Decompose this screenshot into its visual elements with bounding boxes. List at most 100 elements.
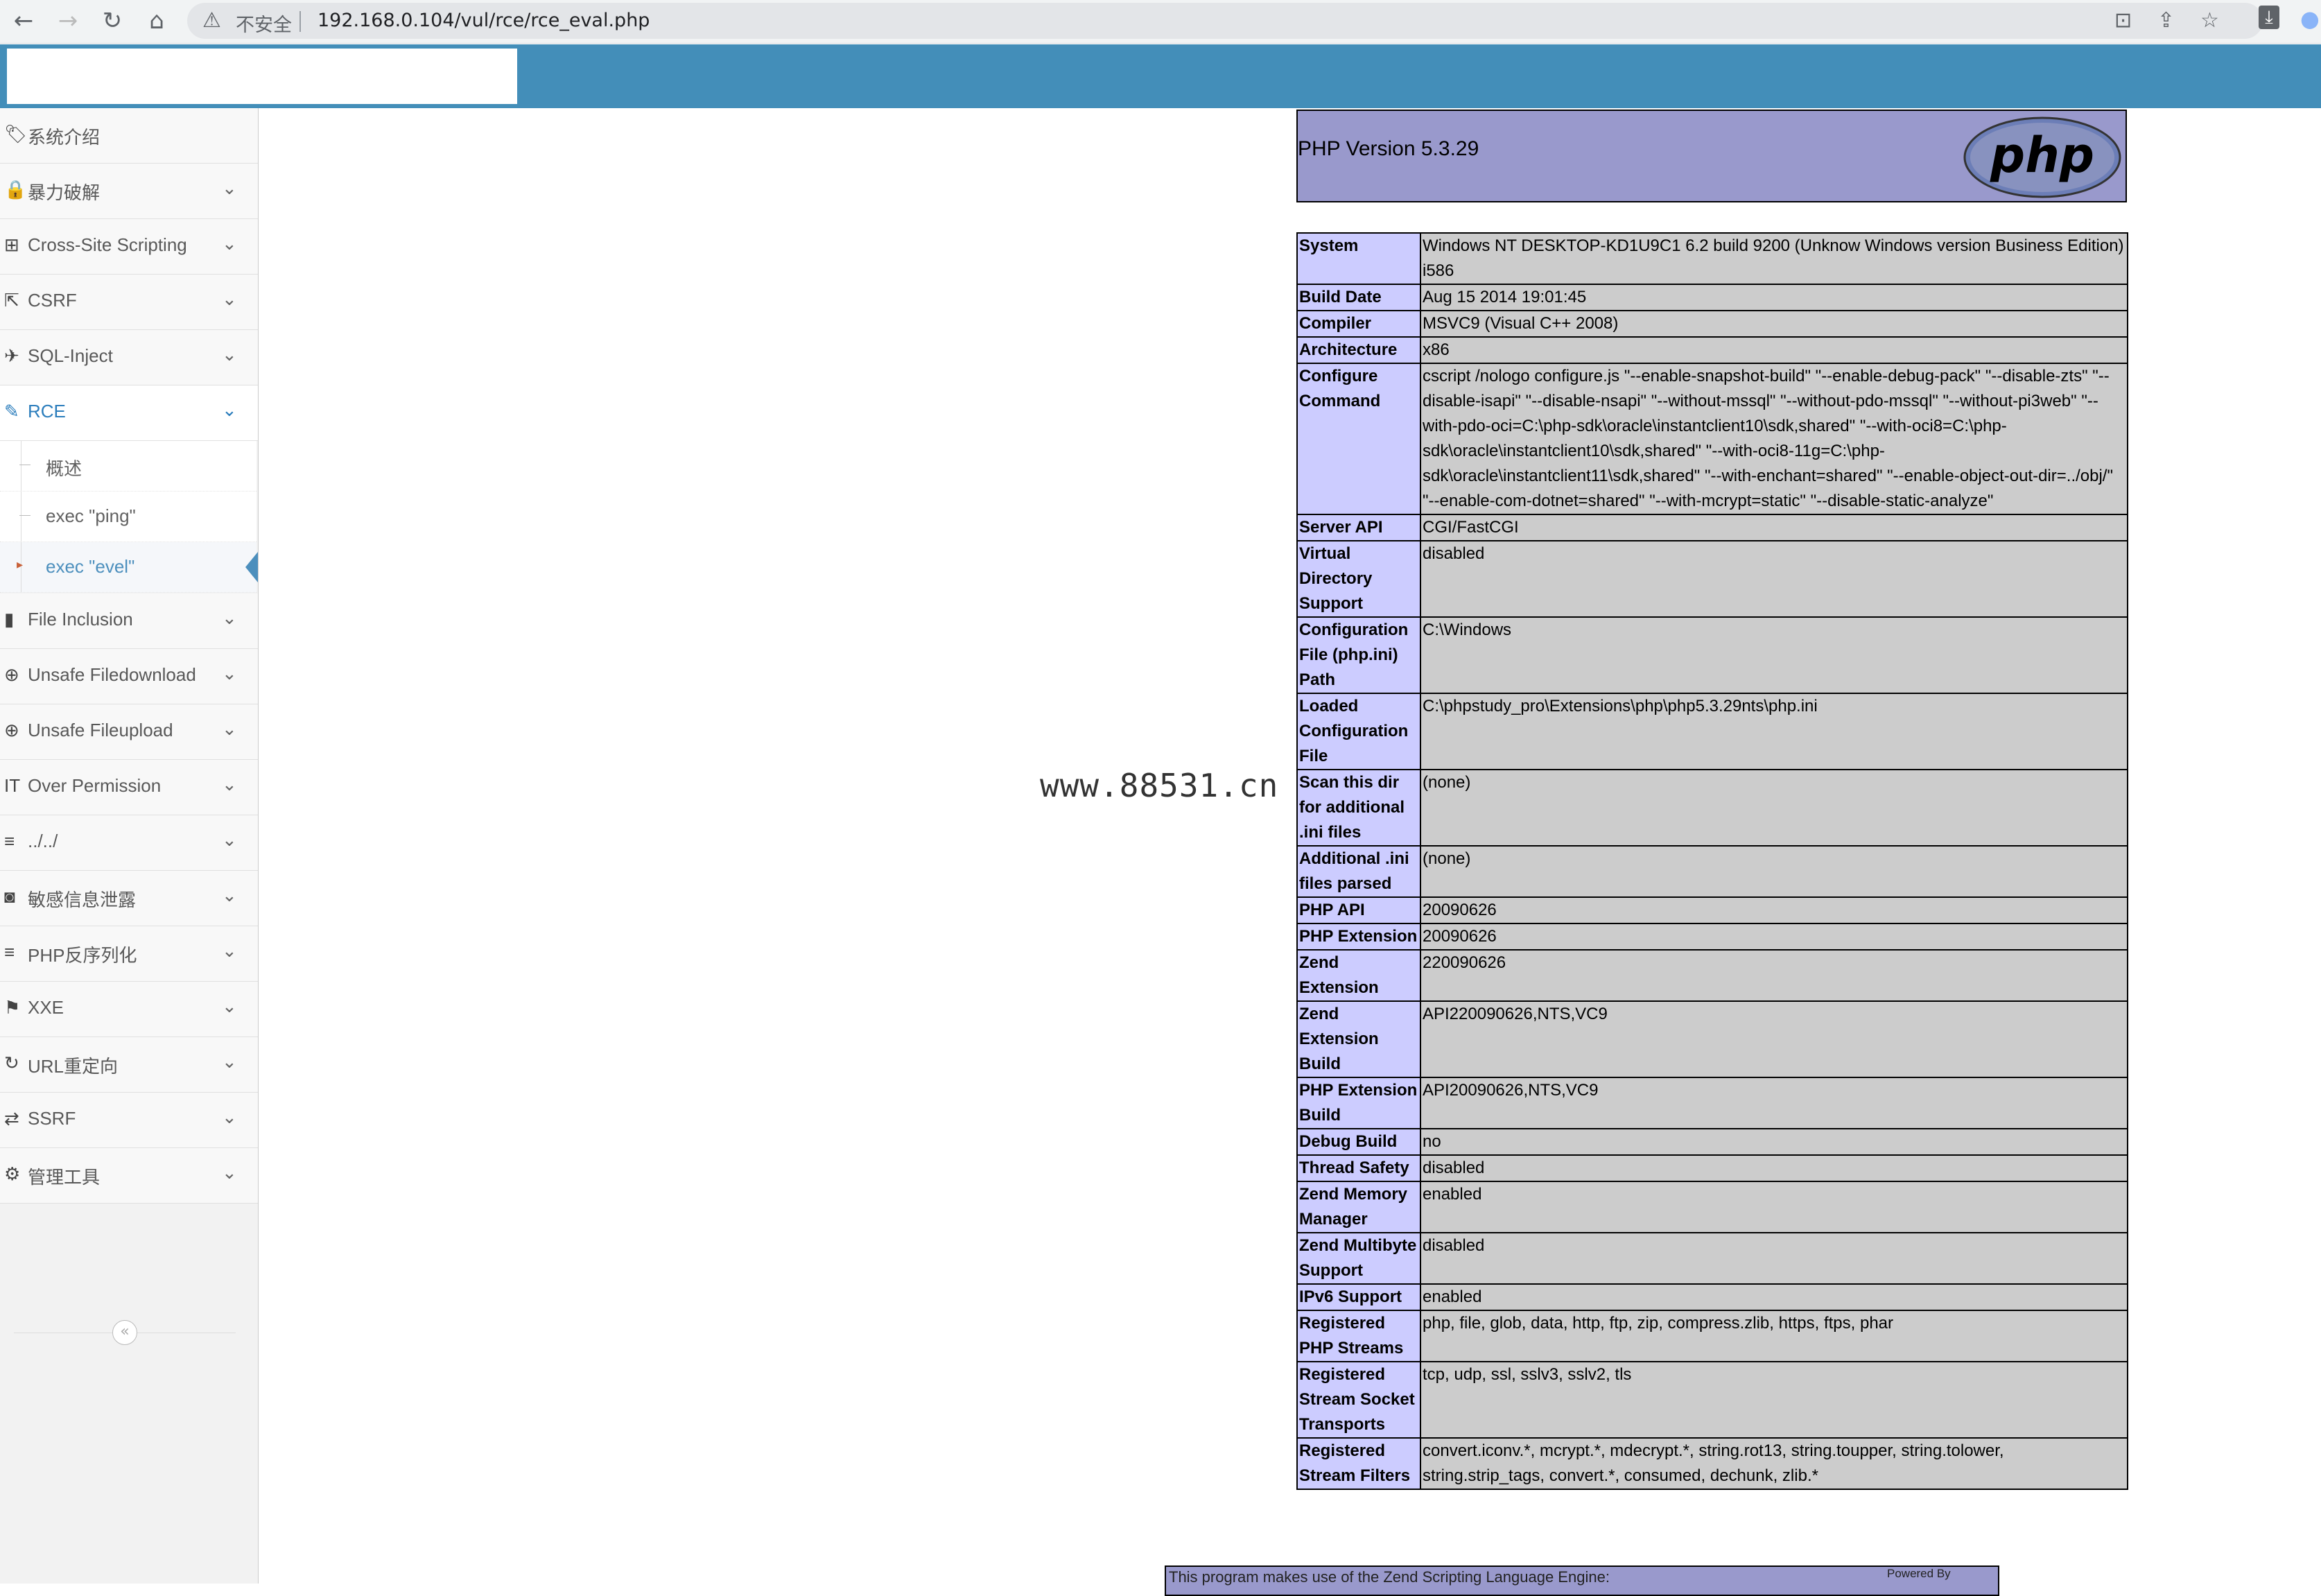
reload-icon[interactable]: ↻	[93, 3, 132, 39]
table-row: Virtual Directory Support disabled	[1296, 540, 2128, 618]
chevron-down-icon: ⌄	[222, 774, 237, 795]
sidebar-item-items-0[interactable]: 🏷 系统介绍	[0, 108, 258, 164]
sidebar-item-php[interactable]: ≡ PHP反序列化 ⌄	[0, 926, 258, 982]
profile-icon[interactable]: ●	[2300, 6, 2320, 32]
table-row: Zend Memory Manager enabled	[1296, 1181, 2128, 1233]
sidebar-item-file-inclusion[interactable]: ▮ File Inclusion ⌄	[0, 593, 258, 649]
chevron-down-icon: ⌄	[222, 177, 237, 198]
exchange-icon: ⇄	[4, 1108, 19, 1129]
info-value: convert.iconv.*, mcrypt.*, mdecrypt.*, s…	[1420, 1437, 2128, 1490]
sidebar-item-label: 暴力破解	[28, 182, 101, 203]
active-indicator	[245, 552, 258, 582]
table-row: Debug Build no	[1296, 1128, 2128, 1156]
info-value: php, file, glob, data, http, ftp, zip, c…	[1420, 1310, 2128, 1362]
info-key: PHP Extension Build	[1296, 1077, 1421, 1129]
download-circle-icon: ⊕	[4, 664, 19, 685]
sidebar-item-items-1[interactable]: 🔒 暴力破解 ⌄	[0, 164, 258, 219]
security-label[interactable]: 不安全	[236, 10, 292, 37]
submenu-item-rce-0[interactable]: 概述	[0, 441, 257, 492]
url-text[interactable]: 192.168.0.104/vul/rce/rce_eval.php	[318, 10, 650, 31]
info-key: System	[1296, 232, 1421, 285]
info-value: (none)	[1420, 769, 2128, 847]
info-key: Zend Extension	[1296, 949, 1421, 1002]
table-row: IPv6 Support enabled	[1296, 1283, 2128, 1311]
sidebar-item-label: ../../	[28, 831, 58, 851]
forward-icon[interactable]: →	[49, 3, 87, 39]
info-key: Architecture	[1296, 336, 1421, 364]
sidebar-item-items_after-10[interactable]: ⚙ 管理工具 ⌄	[0, 1148, 258, 1204]
table-row: Zend Extension 220090626	[1296, 949, 2128, 1002]
file-icon: ▮	[4, 609, 15, 630]
table-row: Registered PHP Streams php, file, glob, d…	[1296, 1310, 2128, 1362]
sidebar-item-unsafe-filedownload[interactable]: ⊕ Unsafe Filedownload ⌄	[0, 649, 258, 704]
lock-icon: 🔒	[4, 179, 27, 200]
warning-icon: ⚠	[202, 8, 221, 33]
download-icon[interactable]: ⤓	[2259, 6, 2279, 29]
submenu-item-rce-1[interactable]: exec "ping"	[0, 492, 257, 542]
refresh-icon: ↻	[4, 1052, 19, 1073]
translate-icon[interactable]: ⊡	[2114, 8, 2132, 33]
back-icon[interactable]: ←	[4, 3, 43, 39]
sidebar-item-items_after-4[interactable]: ≡ ../../ ⌄	[0, 815, 258, 871]
powered-by-label: Powered By	[1887, 1567, 1951, 1580]
sidebar-item-over-permission[interactable]: IT Over Permission ⌄	[0, 760, 258, 815]
submenu-item-label: 概述	[46, 458, 82, 479]
sidebar-item-label: SQL-Inject	[28, 345, 113, 366]
info-key: Configure Command	[1296, 363, 1421, 515]
submenu-item-rce-2[interactable]: ▸ exec "evel"	[0, 542, 258, 593]
info-key: Debug Build	[1296, 1128, 1421, 1156]
info-value: tcp, udp, ssl, sslv3, sslv2, tls	[1420, 1361, 2128, 1439]
table-row: Server API CGI/FastCGI	[1296, 514, 2128, 541]
table-row: Registered Stream Filters convert.iconv.*…	[1296, 1437, 2128, 1490]
collapse-sidebar-icon[interactable]: «	[112, 1320, 137, 1345]
table-row: Configuration File (php.ini) Path C:\Wind…	[1296, 616, 2128, 694]
address-bar[interactable]: ⚠ 不安全 192.168.0.104/vul/rce/rce_eval.php…	[187, 3, 2263, 39]
info-key: Zend Extension Build	[1296, 1000, 1421, 1078]
chevron-down-icon: ⌄	[222, 996, 237, 1016]
sidebar-item-label: 系统介绍	[28, 127, 101, 148]
star-icon[interactable]: ☆	[2200, 8, 2219, 33]
info-value: disabled	[1420, 1232, 2128, 1285]
home-icon[interactable]: ⌂	[137, 3, 176, 39]
sidebar-item-label: SSRF	[28, 1108, 76, 1129]
php-logo-icon[interactable]: php	[1962, 115, 2123, 200]
chevron-down-icon: ⌄	[222, 607, 237, 628]
info-key: Build Date	[1296, 284, 1421, 311]
info-value: C:\phpstudy_pro\Extensions\php\php5.3.29…	[1420, 693, 2128, 770]
sidebar-item-xxe[interactable]: ⚑ XXE ⌄	[0, 982, 258, 1037]
info-key: Registered Stream Filters	[1296, 1437, 1421, 1490]
sidebar-item-cross-site-scripting[interactable]: ⊞ Cross-Site Scripting ⌄	[0, 219, 258, 275]
sidebar-item-url[interactable]: ↻ URL重定向 ⌄	[0, 1037, 258, 1093]
info-value: API20090626,NTS,VC9	[1420, 1077, 2128, 1129]
sidebar-item-unsafe-fileupload[interactable]: ⊕ Unsafe Fileupload ⌄	[0, 704, 258, 760]
sidebar-item-label: 敏感信息泄露	[28, 890, 137, 910]
share-icon[interactable]: ⇪	[2157, 8, 2175, 33]
table-row: PHP API 20090626	[1296, 896, 2128, 924]
chevron-down-icon: ⌄	[222, 399, 237, 420]
chevron-down-icon: ⌄	[222, 663, 237, 684]
chevron-down-icon: ⌄	[222, 829, 237, 850]
upload-circle-icon: ⊕	[4, 720, 19, 740]
sidebar-item-label: URL重定向	[28, 1056, 119, 1077]
sidebar-item-sql-inject[interactable]: ✈ SQL-Inject ⌄	[0, 330, 258, 385]
table-row: Scan this dir for additional .ini files(…	[1296, 769, 2128, 847]
page-title: PHP Version 5.3.29	[1298, 137, 1479, 160]
table-row: Zend Multibyte Support disabled	[1296, 1232, 2128, 1285]
sidebar-item-ssrf[interactable]: ⇄ SSRF ⌄	[0, 1093, 258, 1148]
info-key: Compiler	[1296, 310, 1421, 338]
sidebar-item-rce[interactable]: ✎ RCE ⌄	[0, 385, 258, 441]
info-key: Configuration File (php.ini) Path	[1296, 616, 1421, 694]
sidebar-item-items_after-5[interactable]: ◙ 敏感信息泄露 ⌄	[0, 871, 258, 926]
php-info-table: System Windows NT DESKTOP-KD1U9C1 6.2 bui…	[1296, 232, 2128, 1490]
table-row: System Windows NT DESKTOP-KD1U9C1 6.2 bui…	[1296, 232, 2128, 285]
sidebar-item-csrf[interactable]: ⇱ CSRF ⌄	[0, 275, 258, 330]
info-key: PHP Extension	[1296, 923, 1421, 951]
chevron-down-icon: ⌄	[222, 1107, 237, 1127]
sidebar-item-label: Unsafe Filedownload	[28, 664, 196, 685]
table-row: PHP Extension Build API20090626,NTS,VC9	[1296, 1077, 2128, 1129]
table-row: Zend Extension Build API220090626,NTS,VC9	[1296, 1000, 2128, 1078]
info-value: API220090626,NTS,VC9	[1420, 1000, 2128, 1078]
gear-icon: ⚙	[4, 1163, 21, 1184]
chevron-down-icon: ⌄	[222, 344, 237, 365]
sidebar-item-label: CSRF	[28, 290, 77, 311]
